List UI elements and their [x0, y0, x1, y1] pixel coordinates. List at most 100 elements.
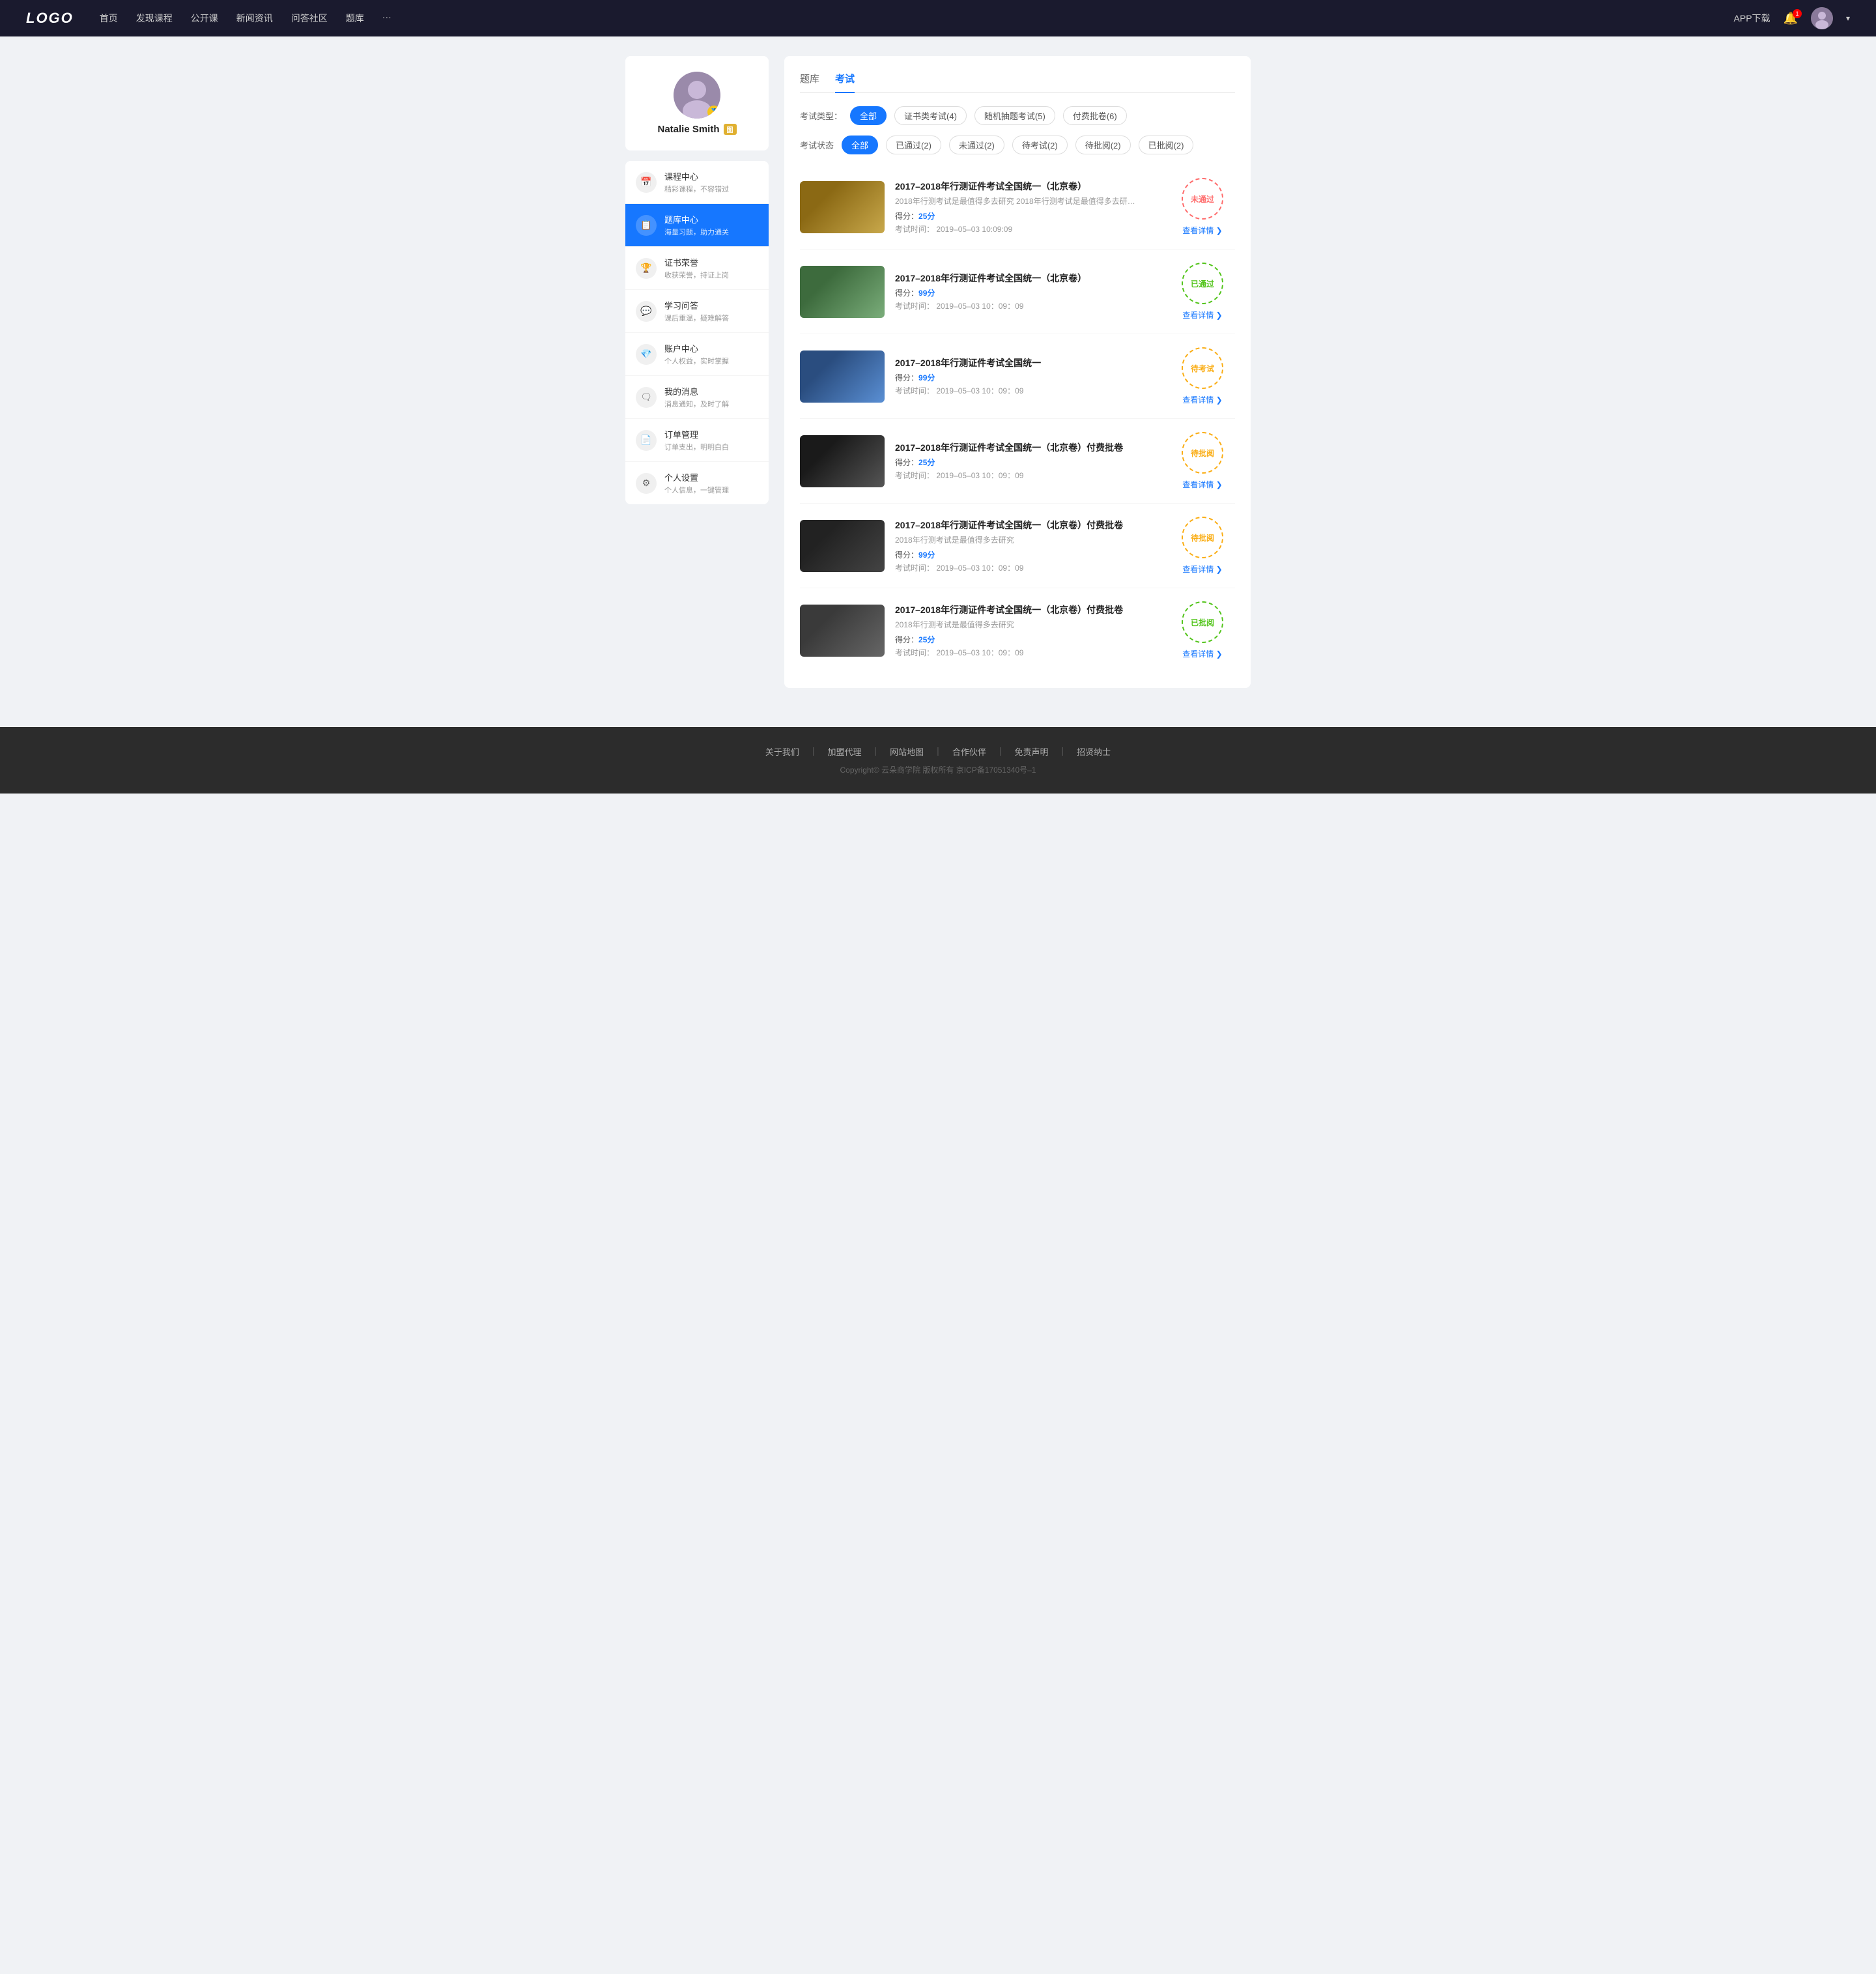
exam-info-exam-4: 2017–2018年行测证件考试全国统一（北京卷）付费批卷 得分：25分 考试时…: [895, 441, 1159, 481]
exam-time-exam-2: 考试时间： 2019–05–03 10：09：09: [895, 300, 1159, 311]
menu-icon-settings: ⚙: [636, 473, 657, 494]
menu-title-account: 账户中心: [664, 342, 758, 354]
exam-score-exam-4: 得分：25分: [895, 457, 1159, 468]
exam-detail-link-exam-5[interactable]: 查看详情 ❯: [1182, 564, 1222, 575]
footer-links: 关于我们|加盟代理|网站地图|合作伙伴|免责声明|招贤纳士: [13, 745, 1863, 758]
profile-card: 🏅 Natalie Smith 图: [625, 56, 769, 150]
footer-sep-5: |: [1061, 745, 1064, 758]
sidebar-item-certificate[interactable]: 🏆 证书荣誉 收获荣誉，持证上岗: [625, 247, 769, 290]
nav-link-公开课[interactable]: 公开课: [191, 12, 218, 25]
nav-link-新闻资讯[interactable]: 新闻资讯: [236, 12, 273, 25]
sidebar-item-orders[interactable]: 📄 订单管理 订单支出，明明白白: [625, 419, 769, 462]
nav-link-···[interactable]: ···: [382, 12, 391, 25]
exam-desc-exam-6: 2018年行测考试是最值得多去研究: [895, 619, 1143, 630]
exam-score-exam-3: 得分：99分: [895, 372, 1159, 383]
exam-list: 2017–2018年行测证件考试全国统一（北京卷） 2018年行测考试是最值得多…: [800, 165, 1235, 672]
type-filter-label: 考试类型：: [800, 109, 842, 122]
exam-info-exam-3: 2017–2018年行测证件考试全国统一 得分：99分 考试时间： 2019–0…: [895, 356, 1159, 396]
menu-title-qa: 学习问答: [664, 299, 758, 311]
exam-title-exam-2: 2017–2018年行测证件考试全国统一（北京卷）: [895, 272, 1159, 285]
exam-info-exam-5: 2017–2018年行测证件考试全国统一（北京卷）付费批卷 2018年行测考试是…: [895, 519, 1159, 573]
menu-icon-question-bank: 📋: [636, 215, 657, 236]
exam-title-exam-4: 2017–2018年行测证件考试全国统一（北京卷）付费批卷: [895, 441, 1159, 454]
menu-sub-orders: 订单支出，明明白白: [664, 442, 758, 452]
exam-detail-link-exam-3[interactable]: 查看详情 ❯: [1182, 394, 1222, 405]
status-filter-passed[interactable]: 已通过(2): [886, 136, 941, 154]
type-filter-row: 考试类型： 全部证书类考试(4) 随机抽题考试(5) 付费批卷(6): [800, 106, 1235, 125]
exam-stamp-exam-3: 待考试: [1182, 347, 1223, 389]
exam-detail-link-exam-2[interactable]: 查看详情 ❯: [1182, 309, 1222, 321]
exam-info-exam-6: 2017–2018年行测证件考试全国统一（北京卷）付费批卷 2018年行测考试是…: [895, 603, 1159, 658]
exam-right-exam-6: 已批阅 查看详情 ❯: [1170, 601, 1235, 659]
exam-item-exam-4: 2017–2018年行测证件考试全国统一（北京卷）付费批卷 得分：25分 考试时…: [800, 419, 1235, 504]
user-menu-chevron[interactable]: ▾: [1846, 14, 1850, 23]
menu-icon-messages: 🗨: [636, 387, 657, 408]
type-filter-paid[interactable]: 付费批卷(6): [1063, 106, 1127, 125]
logo[interactable]: LOGO: [26, 10, 74, 27]
nav-links: 首页 发现课程 公开课 新闻资讯 问答社区 题库 ···: [100, 12, 1734, 25]
page-body: 🏅 Natalie Smith 图 📅 课程中心 精彩课程，不容错过 📋 题库中…: [612, 36, 1264, 727]
nav-link-问答社区[interactable]: 问答社区: [291, 12, 328, 25]
sidebar-item-settings[interactable]: ⚙ 个人设置 个人信息，一键管理: [625, 462, 769, 504]
status-filter-reviewed[interactable]: 已批阅(2): [1139, 136, 1194, 154]
menu-sub-question-bank: 海量习题，助力通关: [664, 227, 758, 237]
exam-right-exam-4: 待批阅 查看详情 ❯: [1170, 432, 1235, 490]
profile-vip-badge: 图: [724, 124, 737, 135]
exam-time-exam-4: 考试时间： 2019–05–03 10：09：09: [895, 470, 1159, 481]
menu-icon-course-center: 📅: [636, 172, 657, 193]
user-avatar[interactable]: [1811, 7, 1833, 29]
footer-link-招贤纳士[interactable]: 招贤纳士: [1077, 745, 1111, 758]
sidebar-item-messages[interactable]: 🗨 我的消息 消息通知，及时了解: [625, 376, 769, 419]
app-download-link[interactable]: APP下载: [1734, 12, 1770, 25]
sidebar-item-question-bank[interactable]: 📋 题库中心 海量习题，助力通关: [625, 204, 769, 247]
status-filter-failed[interactable]: 未通过(2): [949, 136, 1004, 154]
exam-thumb-exam-5: [800, 520, 885, 572]
status-filter-pending[interactable]: 待考试(2): [1012, 136, 1068, 154]
tab-exam-tab[interactable]: 考试: [835, 72, 855, 92]
status-filter-all[interactable]: 全部: [842, 136, 878, 154]
type-filter-random[interactable]: 随机抽题考试(5): [974, 106, 1055, 125]
tab-question-bank-tab[interactable]: 题库: [800, 72, 819, 92]
exam-thumb-exam-4: [800, 435, 885, 487]
exam-thumb-exam-2: [800, 266, 885, 318]
menu-sub-messages: 消息通知，及时了解: [664, 399, 758, 409]
exam-item-exam-5: 2017–2018年行测证件考试全国统一（北京卷）付费批卷 2018年行测考试是…: [800, 504, 1235, 588]
exam-desc-exam-5: 2018年行测考试是最值得多去研究: [895, 534, 1143, 545]
footer-link-加盟代理[interactable]: 加盟代理: [828, 745, 862, 758]
status-filter-row: 考试状态全部已通过(2) 未通过(2) 待考试(2) 待批阅(2) 已批阅(2): [800, 136, 1235, 154]
menu-title-course-center: 课程中心: [664, 170, 758, 182]
sidebar-menu: 📅 课程中心 精彩课程，不容错过 📋 题库中心 海量习题，助力通关 🏆 证书荣誉…: [625, 161, 769, 504]
exam-detail-link-exam-4[interactable]: 查看详情 ❯: [1182, 479, 1222, 490]
exam-score-exam-5: 得分：99分: [895, 549, 1159, 560]
exam-detail-link-exam-6[interactable]: 查看详情 ❯: [1182, 648, 1222, 659]
sidebar-item-course-center[interactable]: 📅 课程中心 精彩课程，不容错过: [625, 161, 769, 204]
profile-name-row: Natalie Smith 图: [636, 124, 758, 135]
notification-bell[interactable]: 🔔 1: [1784, 12, 1798, 25]
footer-link-关于我们[interactable]: 关于我们: [765, 745, 799, 758]
type-filter-all[interactable]: 全部: [850, 106, 887, 125]
exam-right-exam-1: 未通过 查看详情 ❯: [1170, 178, 1235, 236]
footer-copyright: Copyright© 云朵商学院 版权所有 京ICP备17051340号–1: [13, 764, 1863, 775]
status-filter-label: 考试状态: [800, 139, 834, 151]
menu-sub-settings: 个人信息，一键管理: [664, 485, 758, 495]
exam-detail-link-exam-1[interactable]: 查看详情 ❯: [1182, 225, 1222, 236]
footer-link-网站地图[interactable]: 网站地图: [890, 745, 924, 758]
menu-title-certificate: 证书荣誉: [664, 256, 758, 268]
status-filter-wait-review[interactable]: 待批阅(2): [1075, 136, 1131, 154]
nav-link-发现课程[interactable]: 发现课程: [136, 12, 173, 25]
sidebar-item-account[interactable]: 💎 账户中心 个人权益，实时掌握: [625, 333, 769, 376]
type-filter-cert[interactable]: 证书类考试(4): [894, 106, 967, 125]
footer-sep-1: |: [812, 745, 815, 758]
sidebar-item-qa[interactable]: 💬 学习问答 课后重温，疑难解答: [625, 290, 769, 333]
nav-link-题库[interactable]: 题库: [346, 12, 364, 25]
exam-score-exam-2: 得分：99分: [895, 287, 1159, 298]
nav-link-首页[interactable]: 首页: [100, 12, 118, 25]
menu-sub-account: 个人权益，实时掌握: [664, 356, 758, 366]
footer-link-免责声明[interactable]: 免责声明: [1014, 745, 1048, 758]
menu-icon-certificate: 🏆: [636, 258, 657, 279]
profile-badge-icon: 🏅: [707, 106, 720, 119]
exam-title-exam-5: 2017–2018年行测证件考试全国统一（北京卷）付费批卷: [895, 519, 1159, 532]
sidebar: 🏅 Natalie Smith 图 📅 课程中心 精彩课程，不容错过 📋 题库中…: [625, 56, 769, 688]
footer-link-合作伙伴[interactable]: 合作伙伴: [952, 745, 986, 758]
exam-right-exam-3: 待考试 查看详情 ❯: [1170, 347, 1235, 405]
